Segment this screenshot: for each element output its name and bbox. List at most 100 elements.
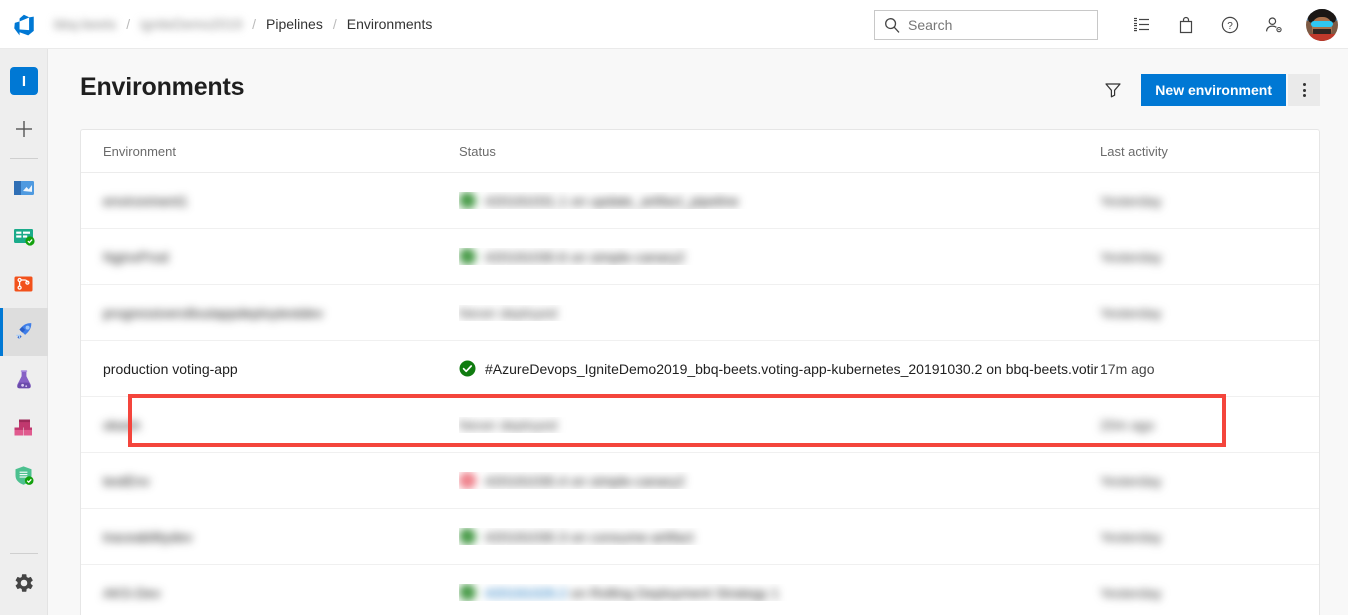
page-header-actions: New environment [1097, 74, 1320, 106]
cell-environment[interactable]: testEnv [81, 473, 459, 489]
cell-status[interactable]: #20191031.1 on update_artifact_pipeline [459, 192, 1100, 209]
cell-status[interactable]: Never deployed [459, 305, 1100, 321]
avatar[interactable] [1296, 0, 1348, 49]
status-run-link[interactable]: #20191029.2 [485, 585, 567, 601]
cell-environment[interactable]: traceabilitydev [81, 529, 459, 545]
environment-name: testEnv [103, 472, 150, 489]
table-row[interactable]: AKS-Dev #20191029.2 on Rolling Deployment… [81, 565, 1319, 615]
cell-last-activity: Yesterday [1100, 249, 1300, 265]
cell-last-activity: Yesterday [1100, 473, 1300, 489]
marketplace-bag-icon[interactable] [1164, 0, 1208, 49]
cell-environment[interactable]: environment1 [81, 193, 459, 209]
rail-divider [9, 158, 38, 159]
column-header-environment: Environment [103, 143, 176, 159]
cell-last-activity: Yesterday [1100, 193, 1300, 209]
pipelines-rocket-icon [16, 322, 32, 339]
table-row[interactable]: progressiverolloutappdeploytestdev Never … [81, 285, 1319, 341]
search-input[interactable] [908, 16, 1078, 33]
status-text: Never deployed [459, 304, 558, 321]
status-text: #20191031.1 on update_artifact_pipeline [485, 192, 739, 209]
filter-funnel-icon[interactable] [1097, 74, 1129, 106]
status-failed-icon [459, 472, 476, 489]
cell-environment[interactable]: progressiverolloutappdeploytestdev [81, 305, 459, 321]
plus-icon [16, 121, 32, 137]
left-navigation-rail: I [0, 49, 48, 615]
sidebar-item-boards[interactable] [0, 212, 48, 260]
environment-name: traceabilitydev [103, 528, 193, 545]
status-text: Never deployed [459, 416, 558, 433]
breadcrumb-organization[interactable]: bbq-beets [48, 16, 122, 32]
environment-name: okash [103, 416, 141, 433]
last-activity-text: Yesterday [1100, 584, 1162, 601]
last-activity-text: Yesterday [1100, 472, 1162, 489]
sidebar-item-new[interactable] [0, 105, 48, 153]
cell-last-activity: Yesterday [1100, 585, 1300, 601]
cell-status[interactable]: Never deployed [459, 417, 1100, 433]
table-row[interactable]: production voting-app #AzureDevops_Ignite… [81, 341, 1319, 397]
azure-devops-logo-icon[interactable] [0, 0, 48, 49]
status-text: #20191029.2 on Rolling Deployment Strate… [485, 585, 779, 601]
cell-status[interactable]: #20191030.6 on simple-canary2 [459, 248, 1100, 265]
user-settings-icon[interactable] [1252, 0, 1296, 49]
sidebar-item-security[interactable] [0, 452, 48, 500]
cell-environment[interactable]: NginxProd [81, 249, 459, 265]
last-activity-text: 20m ago [1100, 416, 1155, 433]
sidebar-item-repos[interactable] [0, 260, 48, 308]
breadcrumb-separator: / [332, 16, 337, 32]
table-row[interactable]: traceabilitydev #20191030.3 on consume-ar… [81, 509, 1319, 565]
status-success-icon [459, 584, 476, 601]
cell-status[interactable]: #20191030.4 on simple-canary2 [459, 472, 1100, 489]
breadcrumb: bbq-beets / igniteDemo2019 / Pipelines /… [48, 0, 438, 49]
cell-status[interactable]: #AzureDevops_IgniteDemo2019_bbq-beets.vo… [459, 360, 1100, 377]
rail-divider-bottom [10, 553, 38, 554]
top-bar-actions: ? [874, 0, 1348, 49]
status-text: #20191030.3 on consume-artifact [485, 528, 694, 545]
sidebar-item-artifacts[interactable] [0, 404, 48, 452]
search-icon [883, 16, 901, 34]
page-header: Environments New environment [48, 49, 1348, 129]
environment-name: NginxProd [103, 248, 169, 265]
rail-bottom-group [0, 548, 48, 607]
repos-icon [14, 276, 33, 292]
sidebar-item-project-avatar[interactable]: I [0, 57, 48, 105]
status-text: #AzureDevops_IgniteDemo2019_bbq-beets.vo… [485, 360, 1099, 377]
sidebar-item-pipelines[interactable] [0, 308, 48, 356]
search-box[interactable] [874, 9, 1098, 40]
gear-icon [15, 574, 33, 592]
cell-environment[interactable]: okash [81, 417, 459, 433]
task-list-icon[interactable] [1120, 0, 1164, 49]
table-row[interactable]: NginxProd #20191030.6 on simple-canary2 Ye… [81, 229, 1319, 285]
user-avatar-image[interactable] [1306, 8, 1338, 41]
last-activity-text: Yesterday [1100, 192, 1162, 209]
cell-environment[interactable]: production voting-app [81, 361, 459, 377]
boards-icon [14, 229, 35, 246]
breadcrumb-separator: / [126, 16, 131, 32]
environments-table-card: Environment Status Last activity environ… [80, 129, 1320, 615]
breadcrumb-separator: / [252, 16, 257, 32]
more-actions-button[interactable] [1288, 74, 1320, 106]
cell-status[interactable]: #20191030.3 on consume-artifact [459, 528, 1100, 545]
page-title: Environments [80, 73, 245, 101]
sidebar-item-test-plans[interactable] [0, 356, 48, 404]
help-icon[interactable]: ? [1208, 0, 1252, 49]
azure-devops-environments-page: bbq-beets / igniteDemo2019 / Pipelines /… [0, 0, 1348, 615]
status-text: #20191030.6 on simple-canary2 [485, 248, 686, 265]
breadcrumb-pipelines[interactable]: Pipelines [260, 16, 329, 32]
cell-last-activity: Yesterday [1100, 529, 1300, 545]
security-shield-icon [15, 466, 34, 485]
table-row[interactable]: environment1 #20191031.1 on update_artifa… [81, 173, 1319, 229]
sidebar-item-settings[interactable] [0, 559, 48, 607]
cell-environment[interactable]: AKS-Dev [81, 585, 459, 601]
table-row[interactable]: okash Never deployed 20m ago [81, 397, 1319, 453]
last-activity-text: Yesterday [1100, 248, 1162, 265]
status-rest: on Rolling Deployment Strategy 1 [566, 584, 780, 601]
new-environment-button[interactable]: New environment [1141, 74, 1286, 106]
cell-last-activity: 17m ago [1100, 361, 1300, 377]
environment-name: AKS-Dev [103, 584, 161, 601]
cell-status[interactable]: #20191029.2 on Rolling Deployment Strate… [459, 584, 1100, 601]
breadcrumb-project[interactable]: igniteDemo2019 [134, 16, 248, 32]
test-plans-flask-icon [17, 370, 31, 389]
breadcrumb-environments[interactable]: Environments [341, 16, 439, 32]
table-row[interactable]: testEnv #20191030.4 on simple-canary2 Yest… [81, 453, 1319, 509]
sidebar-item-overview[interactable] [0, 164, 48, 212]
